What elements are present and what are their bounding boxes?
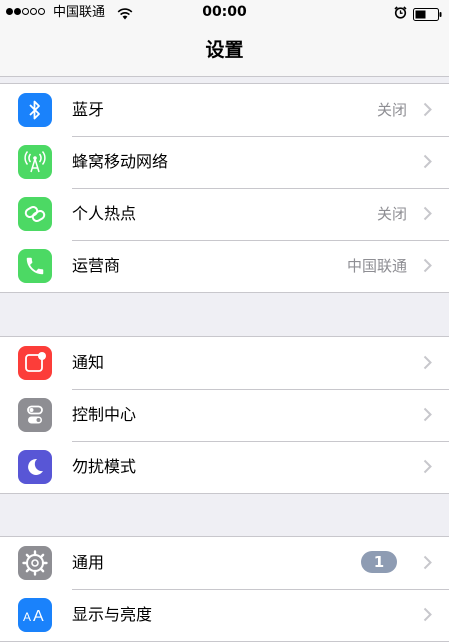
settings-row-display-brightness[interactable]: A A 显示与亮度	[0, 589, 449, 641]
svg-text:A: A	[23, 610, 31, 624]
settings-row-label: 运营商	[72, 256, 121, 275]
battery-icon	[413, 6, 443, 25]
chevron-right-icon	[423, 555, 432, 574]
settings-row-value: 关闭	[376, 101, 407, 119]
settings-row-label: 蓝牙	[72, 100, 105, 119]
settings-group-general: 通用 1 A A 显示与亮度	[0, 536, 449, 642]
chevron-right-icon	[423, 154, 432, 173]
gear-icon	[18, 546, 52, 580]
settings-row-notifications[interactable]: 通知	[0, 337, 449, 389]
status-time: 00:00	[202, 4, 247, 20]
settings-row-label: 控制中心	[72, 405, 137, 424]
hotspot-link-icon	[18, 197, 52, 231]
page-title: 设置	[205, 39, 244, 61]
settings-row-carrier[interactable]: 运营商 中国联通	[0, 240, 449, 292]
chevron-right-icon	[423, 607, 432, 626]
update-count-badge: 1	[361, 551, 397, 573]
moon-icon	[18, 450, 52, 484]
settings-row-label: 个人热点	[72, 204, 137, 223]
alarm-clock-icon	[394, 4, 407, 23]
chevron-right-icon	[423, 102, 432, 121]
phone-icon	[18, 249, 52, 283]
settings-row-value: 中国联通	[346, 257, 407, 275]
settings-row-label: 通用	[72, 553, 105, 572]
chevron-right-icon	[423, 258, 432, 277]
cellular-antenna-icon	[18, 145, 52, 179]
settings-row-label: 蜂窝移动网络	[72, 152, 169, 171]
svg-text:A: A	[33, 608, 44, 625]
settings-group-notifications: 通知 控制中心 勿扰模式	[0, 336, 449, 494]
settings-row-label: 显示与亮度	[72, 605, 153, 624]
bluetooth-icon	[18, 93, 52, 127]
settings-row-do-not-disturb[interactable]: 勿扰模式	[0, 441, 449, 493]
chevron-right-icon	[423, 407, 432, 426]
notifications-icon	[18, 346, 52, 380]
control-center-toggles-icon	[18, 398, 52, 432]
chevron-right-icon	[423, 459, 432, 478]
settings-row-control-center[interactable]: 控制中心	[0, 389, 449, 441]
settings-row-personal-hotspot[interactable]: 个人热点 关闭	[0, 188, 449, 240]
settings-row-cellular[interactable]: 蜂窝移动网络	[0, 136, 449, 188]
settings-row-bluetooth[interactable]: 蓝牙 关闭	[0, 84, 449, 136]
settings-row-label: 通知	[72, 353, 105, 372]
settings-row-value: 关闭	[376, 205, 407, 223]
navigation-bar: 设置	[0, 26, 449, 77]
settings-group-connectivity: 蓝牙 关闭 蜂窝移动网络 个人热点 关闭 运营商 中国联通	[0, 83, 449, 293]
chevron-right-icon	[423, 355, 432, 374]
display-aa-icon: A A	[18, 598, 52, 632]
settings-row-general[interactable]: 通用 1	[0, 537, 449, 589]
status-bar: 中国联通 00:00	[0, 0, 449, 26]
settings-row-label: 勿扰模式	[72, 457, 137, 476]
chevron-right-icon	[423, 206, 432, 225]
